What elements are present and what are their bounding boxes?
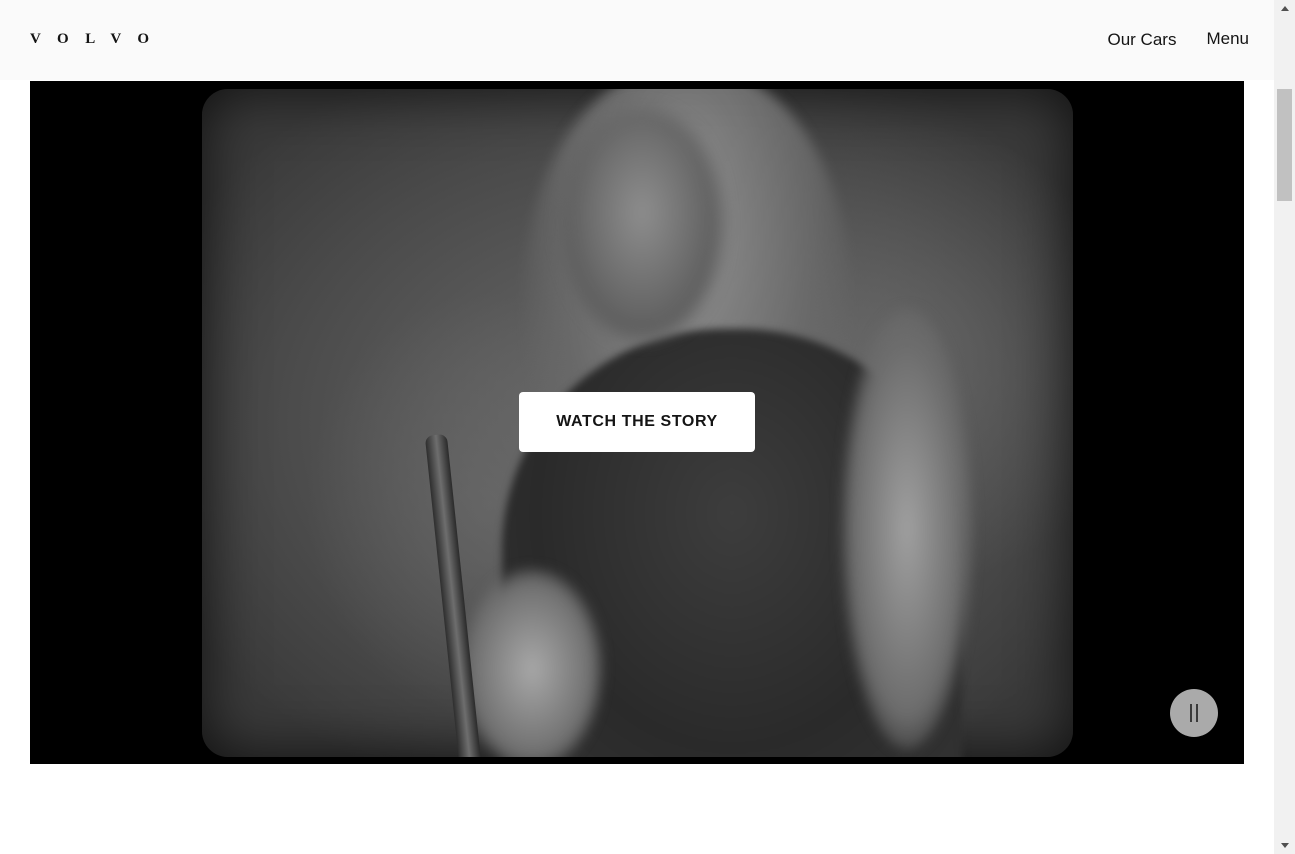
pause-icon <box>1196 704 1198 722</box>
scroll-up-button[interactable] <box>1274 0 1295 17</box>
watch-the-story-button[interactable]: WATCH THE STORY <box>519 392 755 452</box>
video-still-arm <box>462 569 602 757</box>
arrow-down-icon <box>1280 843 1289 848</box>
hero-video[interactable]: WATCH THE STORY <box>30 81 1244 764</box>
page: VOLVO Our Cars Menu WATCH THE STORY <box>0 0 1295 854</box>
pause-button[interactable] <box>1170 689 1218 737</box>
arrow-up-icon <box>1280 6 1289 11</box>
video-still-chair <box>424 433 482 757</box>
menu-button[interactable]: Menu <box>1206 28 1249 50</box>
site-header: VOLVO Our Cars Menu <box>0 0 1274 80</box>
page-scrollbar[interactable] <box>1274 0 1295 854</box>
volvo-logo[interactable]: VOLVO <box>30 29 166 49</box>
video-still-face <box>562 109 722 339</box>
our-cars-link[interactable]: Our Cars <box>1108 29 1177 51</box>
pause-icon <box>1190 704 1192 722</box>
video-still-arm <box>842 309 972 749</box>
scrollbar-thumb[interactable] <box>1277 89 1292 201</box>
scroll-down-button[interactable] <box>1274 837 1295 854</box>
main-nav: Our Cars Menu <box>1108 29 1250 51</box>
